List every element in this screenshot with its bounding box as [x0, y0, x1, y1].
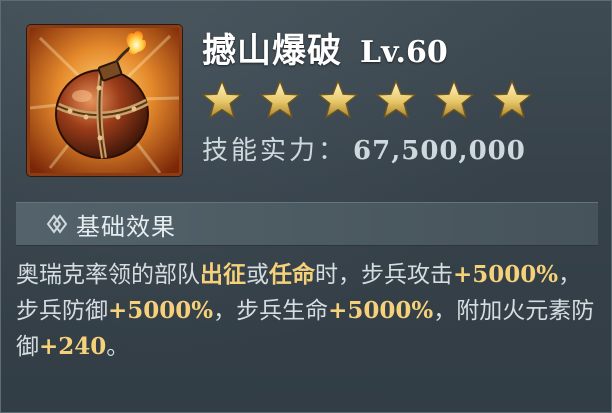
section-title: 基础效果	[76, 212, 176, 241]
star-icon	[259, 79, 301, 121]
fire-bomb-icon	[30, 28, 179, 173]
desc-number: +5000%	[328, 297, 434, 324]
desc-number: +5000%	[108, 297, 214, 324]
star-icon	[201, 79, 243, 121]
desc-number: +240	[39, 333, 107, 360]
star-rating	[201, 79, 533, 123]
desc-text: 奥瑞克率领的部队	[16, 262, 200, 288]
desc-text: ，步兵生命	[213, 298, 329, 324]
skill-level: Lv.60	[360, 35, 448, 70]
desc-text: 或	[246, 262, 269, 288]
skill-title: 撼山爆破 Lv.60	[202, 29, 448, 73]
link-diamond-icon	[46, 212, 70, 236]
skill-icon	[27, 25, 182, 176]
desc-text: 时，步兵攻击	[315, 262, 453, 288]
skill-power-value: 67,500,000	[353, 136, 526, 166]
star-icon	[491, 79, 533, 121]
skill-name: 撼山爆破	[202, 31, 342, 71]
desc-text: 。	[106, 334, 130, 360]
star-icon	[433, 79, 475, 121]
skill-description: 奥瑞克率领的部队出征或任命时，步兵攻击+5000%，步兵防御+5000%，步兵生…	[16, 257, 600, 365]
basic-effect-header: 基础效果	[16, 202, 598, 246]
star-icon	[317, 79, 359, 121]
desc-highlight: 出征	[200, 262, 246, 288]
desc-highlight: 任命	[269, 262, 315, 288]
skill-power: 技能实力： 67,500,000	[202, 131, 526, 171]
desc-number: +5000%	[453, 261, 559, 288]
skill-power-label: 技能实力：	[202, 136, 348, 166]
skill-tooltip-panel: 撼山爆破 Lv.60 技能实力： 67,500,000 基础效果 奥瑞克率领的部队出…	[0, 0, 612, 413]
star-icon	[375, 79, 417, 121]
